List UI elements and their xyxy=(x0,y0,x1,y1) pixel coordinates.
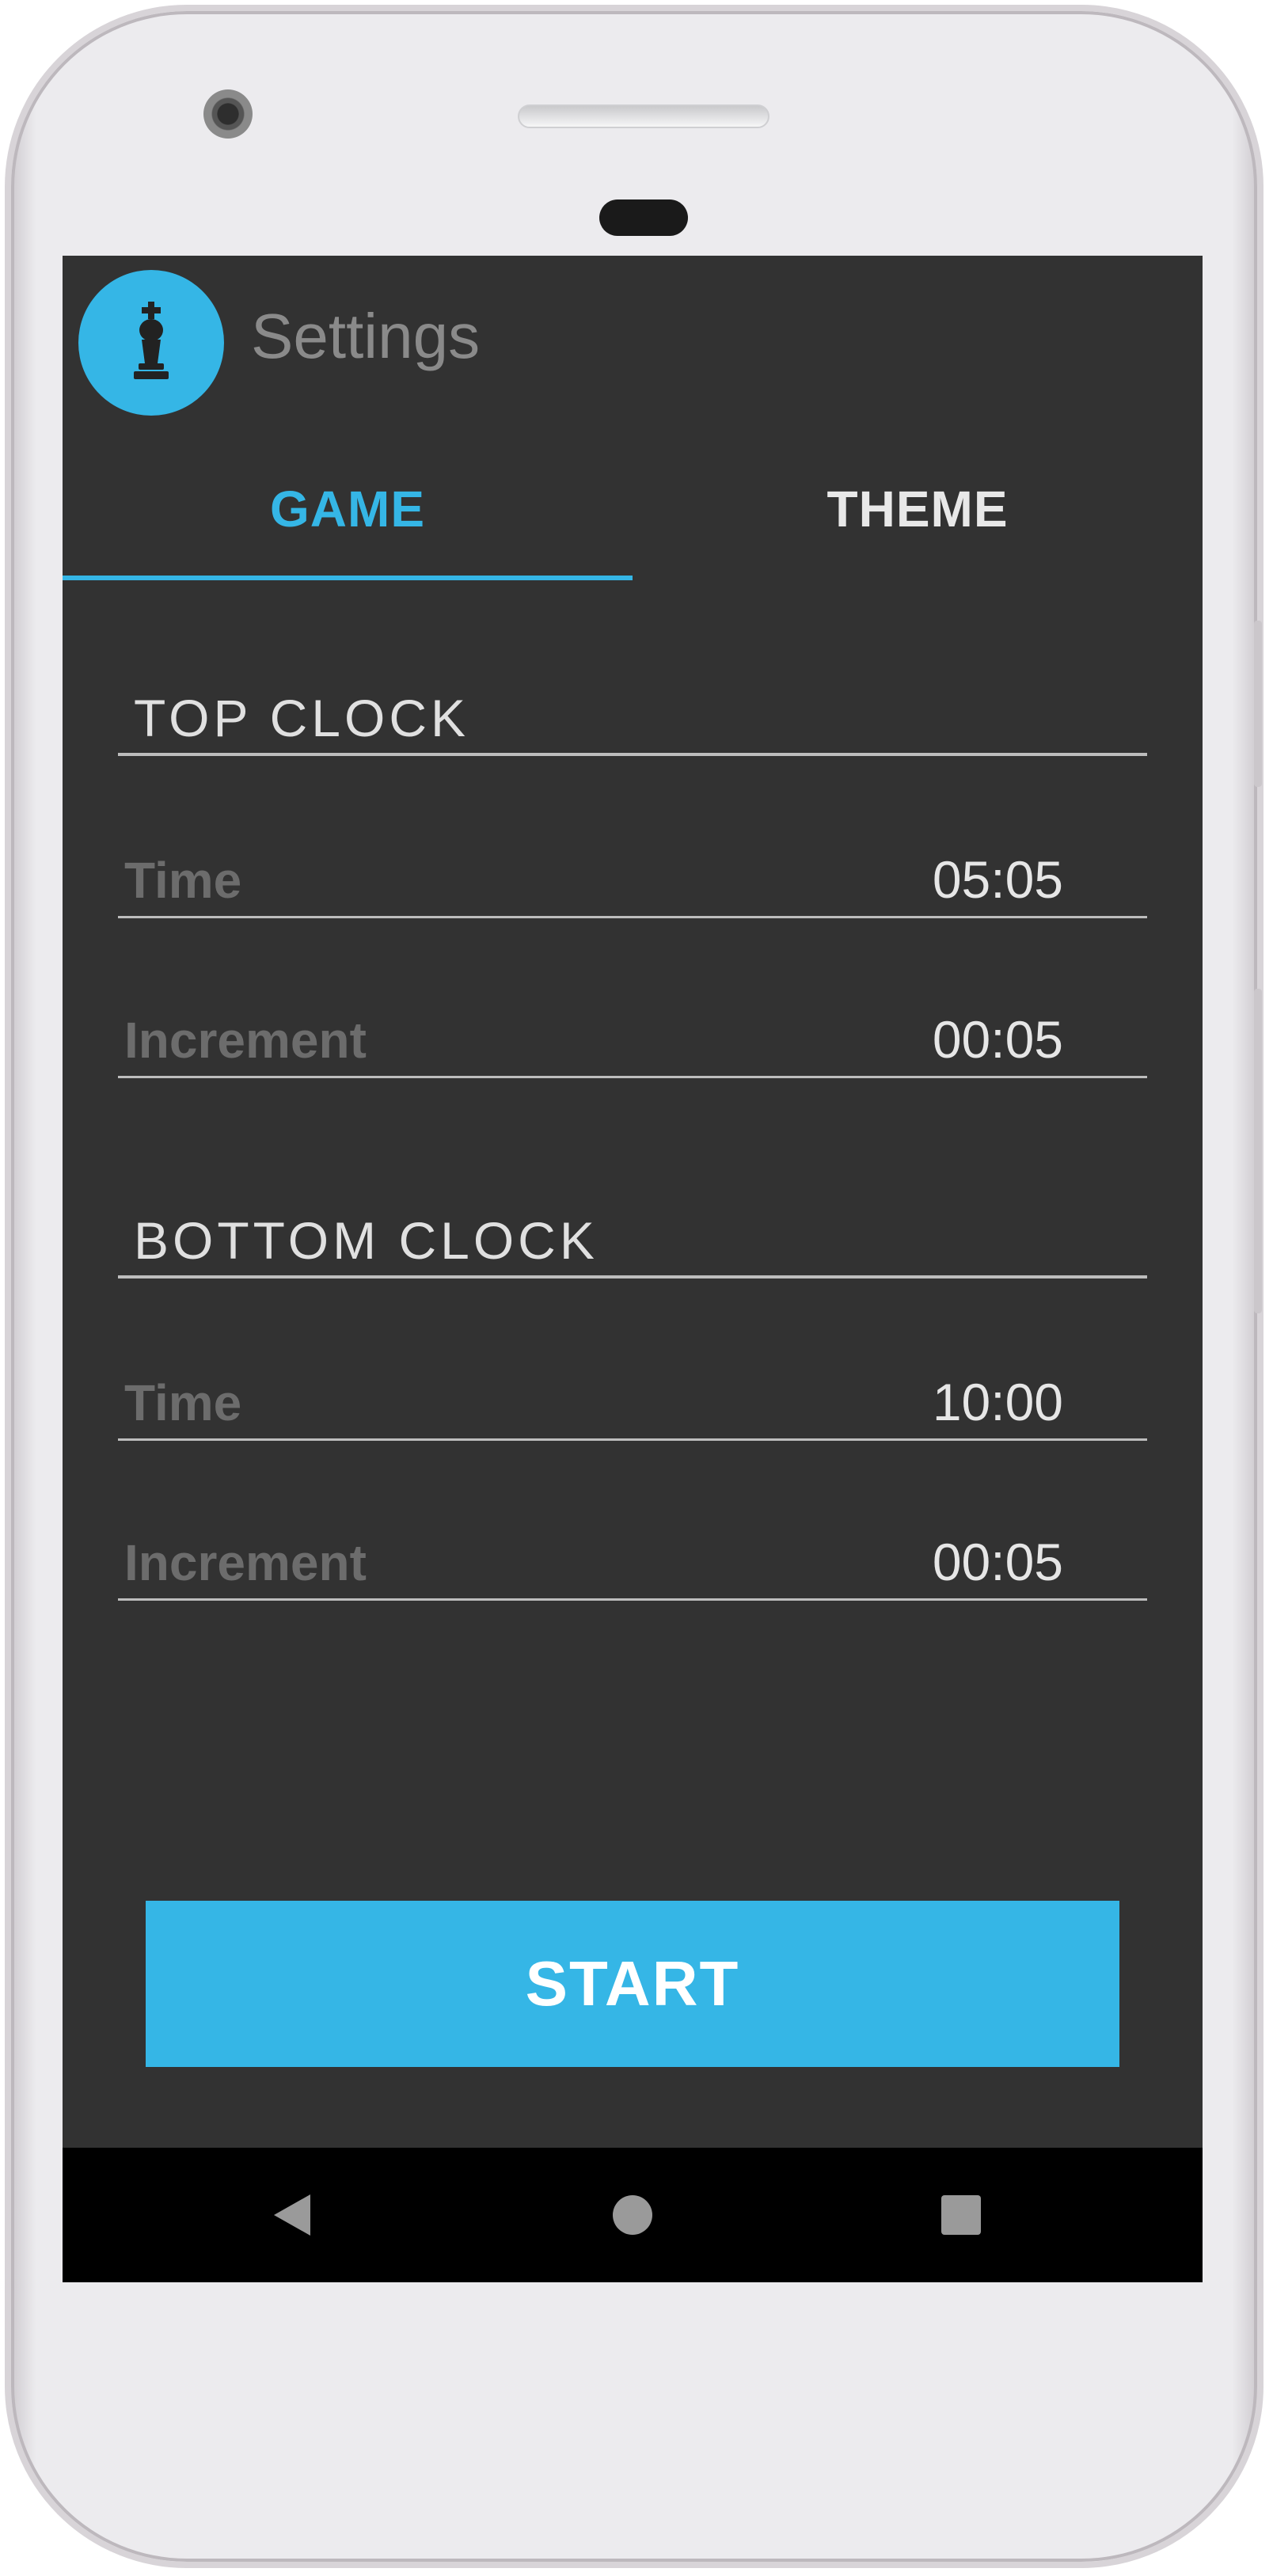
earpiece-speaker xyxy=(518,104,770,128)
home-circle-icon xyxy=(613,2195,652,2235)
bottom-clock-time-value[interactable]: 10:00 xyxy=(933,1372,1063,1432)
top-clock-increment-label: Increment xyxy=(124,1012,367,1069)
tab-bar: GAME THEME xyxy=(63,438,1203,580)
top-clock-time-value[interactable]: 05:05 xyxy=(933,849,1063,910)
top-clock-time-field[interactable]: Time 05:05 xyxy=(118,845,1147,918)
nav-recents-button[interactable] xyxy=(914,2148,1009,2282)
start-button[interactable]: START xyxy=(146,1901,1119,2067)
page-title: Settings xyxy=(251,301,481,371)
top-clock-time-label: Time xyxy=(124,852,242,909)
back-triangle-icon xyxy=(274,2194,310,2236)
nav-back-button[interactable] xyxy=(245,2148,340,2282)
bottom-clock-header: BOTTOM CLOCK xyxy=(118,1206,1147,1279)
top-clock-header-label: TOP CLOCK xyxy=(134,689,470,747)
bottom-clock-time-label: Time xyxy=(124,1374,242,1431)
bottom-clock-header-label: BOTTOM CLOCK xyxy=(134,1211,598,1270)
bottom-clock-increment-label: Increment xyxy=(124,1534,367,1591)
app-logo xyxy=(78,270,224,416)
top-clock-increment-field[interactable]: Increment 00:05 xyxy=(118,1005,1147,1078)
bottom-clock-time-field[interactable]: Time 10:00 xyxy=(118,1368,1147,1441)
top-clock-header: TOP CLOCK xyxy=(118,683,1147,756)
app-bar: Settings xyxy=(63,256,1203,438)
chess-king-icon xyxy=(134,302,169,379)
app-screen: Settings GAME THEME TOP CLOCK Time 05:05… xyxy=(63,256,1203,2282)
nav-home-button[interactable] xyxy=(585,2148,680,2282)
bottom-clock-increment-value[interactable]: 00:05 xyxy=(933,1532,1063,1592)
tab-game[interactable]: GAME xyxy=(63,438,633,580)
top-clock-increment-value[interactable]: 00:05 xyxy=(933,1009,1063,1070)
tab-theme[interactable]: THEME xyxy=(633,438,1203,580)
front-camera xyxy=(203,89,253,139)
proximity-sensor xyxy=(599,199,688,236)
volume-button xyxy=(1254,989,1262,1313)
bottom-clock-increment-field[interactable]: Increment 00:05 xyxy=(118,1528,1147,1601)
recents-square-icon xyxy=(941,2195,981,2235)
active-tab-indicator xyxy=(63,576,633,580)
power-button xyxy=(1254,621,1262,787)
system-nav-bar xyxy=(63,2148,1203,2282)
